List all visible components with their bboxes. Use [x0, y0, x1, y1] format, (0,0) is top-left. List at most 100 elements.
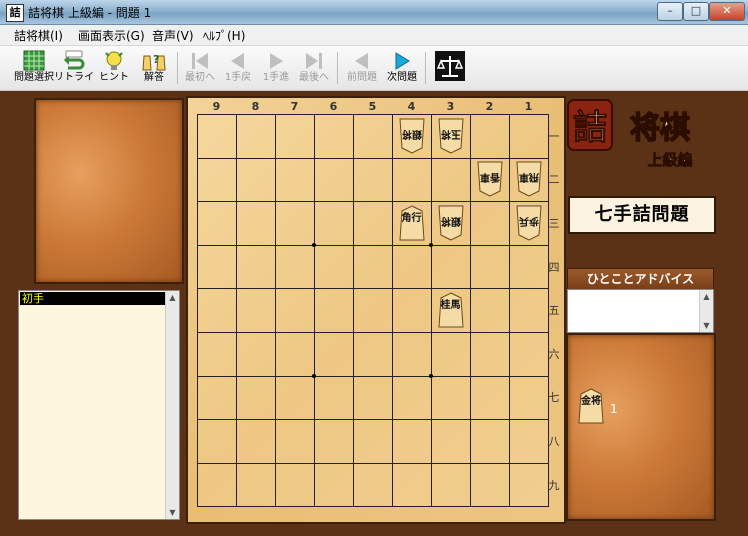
board-square[interactable]	[509, 288, 549, 333]
back-move-button[interactable]: 1手戻	[218, 48, 258, 88]
board-square[interactable]	[275, 201, 315, 246]
board-square[interactable]	[470, 244, 510, 290]
board-square[interactable]	[314, 201, 354, 246]
board-square[interactable]	[236, 375, 276, 421]
board-square[interactable]	[353, 157, 393, 203]
shogi-piece[interactable]: 銀将	[437, 205, 464, 241]
move-log-item[interactable]: 初手	[20, 292, 168, 305]
board-square[interactable]	[353, 375, 393, 421]
board-square[interactable]	[197, 201, 237, 246]
board-square[interactable]	[392, 375, 432, 421]
board-square[interactable]	[470, 419, 510, 464]
board-square[interactable]	[470, 462, 510, 508]
board-square[interactable]	[197, 462, 237, 508]
board-square[interactable]	[470, 114, 510, 159]
shogi-piece[interactable]: 桂馬	[437, 292, 464, 328]
board-square[interactable]	[197, 244, 237, 290]
shogi-piece[interactable]: 歩兵	[515, 205, 542, 241]
board-square[interactable]	[509, 244, 549, 290]
move-log-scrollbar[interactable]: ▲ ▼	[165, 291, 179, 519]
board-square[interactable]	[314, 332, 354, 377]
board-square[interactable]	[197, 288, 237, 333]
board-square[interactable]	[353, 114, 393, 159]
board-square[interactable]	[236, 462, 276, 508]
board-square[interactable]	[353, 332, 393, 377]
player-piece-stand[interactable]	[566, 333, 716, 521]
board-square[interactable]	[431, 419, 471, 464]
board-square[interactable]	[392, 157, 432, 203]
retry-button[interactable]: リトライ	[54, 48, 94, 88]
board-square[interactable]	[431, 332, 471, 377]
board-square[interactable]	[275, 288, 315, 333]
board-square[interactable]	[470, 201, 510, 246]
prev-problem-button[interactable]: 前問題	[342, 48, 382, 88]
board-square[interactable]	[314, 114, 354, 159]
board-square[interactable]	[197, 375, 237, 421]
maximize-button[interactable]: □	[683, 2, 709, 21]
scroll-up-icon[interactable]: ▲	[702, 292, 711, 301]
board-square[interactable]	[314, 157, 354, 203]
menu-view[interactable]: 画面表示(G)	[78, 27, 145, 44]
board-square[interactable]	[197, 332, 237, 377]
shogi-piece[interactable]: 角行	[398, 205, 425, 241]
first-move-button[interactable]: 最初へ	[180, 48, 220, 88]
board-square[interactable]	[431, 157, 471, 203]
board-square[interactable]	[275, 114, 315, 159]
last-move-button[interactable]: 最後へ	[294, 48, 334, 88]
board-square[interactable]	[236, 332, 276, 377]
board-square[interactable]	[470, 375, 510, 421]
board-square[interactable]	[392, 419, 432, 464]
board-square[interactable]	[314, 375, 354, 421]
shogi-piece[interactable]: 香車	[476, 161, 503, 197]
board-square[interactable]	[431, 462, 471, 508]
board-square[interactable]	[353, 244, 393, 290]
board-square[interactable]	[314, 288, 354, 333]
board-square[interactable]	[197, 157, 237, 203]
board-square[interactable]	[392, 462, 432, 508]
minimize-button[interactable]: –	[657, 2, 683, 21]
board-square[interactable]	[275, 462, 315, 508]
board-square[interactable]	[431, 375, 471, 421]
shogi-piece[interactable]: 飛車	[515, 161, 542, 197]
move-log[interactable]: 初手 ▲ ▼	[18, 290, 180, 520]
board-square[interactable]	[314, 462, 354, 508]
close-button[interactable]: ✕	[709, 2, 745, 21]
board-square[interactable]	[392, 244, 432, 290]
board-square[interactable]	[275, 419, 315, 464]
board-square[interactable]	[470, 332, 510, 377]
board-square[interactable]	[314, 419, 354, 464]
menu-tsumeshogi[interactable]: 詰将棋(I)	[14, 27, 63, 44]
board-square[interactable]	[275, 157, 315, 203]
hand-piece-gold[interactable]: 金将	[578, 388, 604, 424]
scroll-down-icon[interactable]: ▼	[702, 321, 711, 330]
advice-scrollbar[interactable]: ▲ ▼	[699, 290, 713, 332]
board-square[interactable]	[236, 114, 276, 159]
board-square[interactable]	[392, 332, 432, 377]
opponent-piece-stand[interactable]	[34, 98, 184, 284]
shogi-piece[interactable]: 銀将	[398, 118, 425, 154]
board-square[interactable]	[236, 201, 276, 246]
board-square[interactable]	[197, 419, 237, 464]
board-square[interactable]	[275, 244, 315, 290]
board-square[interactable]	[392, 288, 432, 333]
next-problem-button[interactable]: 次問題	[382, 48, 422, 88]
select-problem-button[interactable]: 問題選択	[14, 48, 54, 88]
board-square[interactable]	[275, 332, 315, 377]
board-square[interactable]	[275, 375, 315, 421]
board-square[interactable]	[197, 114, 237, 159]
board-square[interactable]	[353, 419, 393, 464]
board-square[interactable]	[509, 114, 549, 159]
answer-button[interactable]: ? 解答	[134, 48, 174, 88]
board-square[interactable]	[314, 244, 354, 290]
hint-button[interactable]: ヒント	[94, 48, 134, 88]
menu-sound[interactable]: 音声(V)	[152, 27, 194, 44]
board-square[interactable]	[509, 419, 549, 464]
shogi-piece[interactable]: 玉将	[437, 118, 464, 154]
forward-move-button[interactable]: 1手進	[256, 48, 296, 88]
board-square[interactable]	[509, 332, 549, 377]
board-square[interactable]	[353, 462, 393, 508]
board-square[interactable]	[353, 201, 393, 246]
board-square[interactable]	[353, 288, 393, 333]
board-square[interactable]	[470, 288, 510, 333]
board-square[interactable]	[236, 288, 276, 333]
